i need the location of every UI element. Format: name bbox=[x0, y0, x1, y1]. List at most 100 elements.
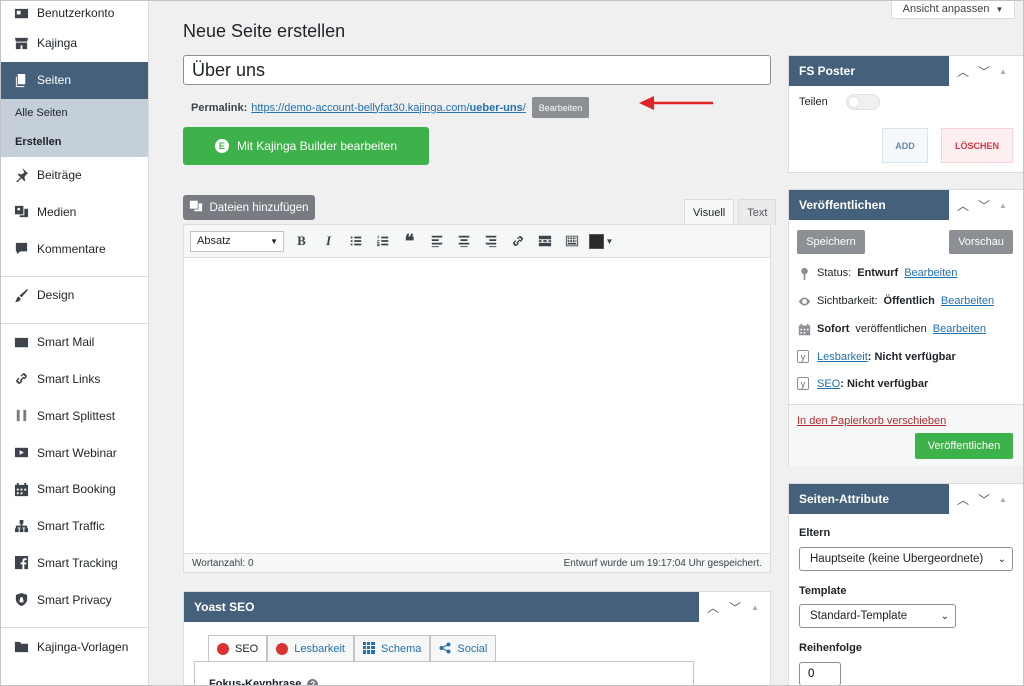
schedule-edit-link[interactable]: Bearbeiten bbox=[933, 323, 986, 335]
builder-button-label: Mit Kajinga Builder bearbeiten bbox=[236, 139, 398, 153]
sidebar-item-beitraege[interactable]: Beiträge bbox=[1, 157, 148, 194]
kajinga-builder-button[interactable]: E Mit Kajinga Builder bearbeiten bbox=[183, 127, 429, 165]
chevron-up-icon[interactable]: ︿ bbox=[957, 197, 969, 214]
sidebar-item-smart-booking[interactable]: Smart Booking bbox=[1, 471, 148, 508]
chevron-down-icon[interactable]: ﹀ bbox=[978, 197, 990, 214]
fs-add-button[interactable]: ADD bbox=[882, 128, 928, 163]
share-toggle[interactable] bbox=[845, 94, 880, 110]
order-input[interactable] bbox=[799, 662, 841, 685]
readability-link[interactable]: Lesbarkeit bbox=[817, 351, 868, 363]
caret-up-icon[interactable]: ▲ bbox=[999, 201, 1007, 210]
sidebar-item-label: Smart Webinar bbox=[37, 445, 117, 460]
sidebar-item-smart-mail[interactable]: Smart Mail bbox=[1, 324, 148, 361]
splittest-icon bbox=[13, 408, 29, 424]
editor-content-area[interactable] bbox=[184, 258, 770, 554]
chevron-down-icon[interactable]: ﹀ bbox=[978, 63, 990, 80]
calendar-icon bbox=[797, 322, 811, 336]
bold-icon[interactable]: B bbox=[288, 229, 315, 253]
sidebar-item-kajinga[interactable]: Kajinga bbox=[1, 25, 148, 62]
word-count: Wortanzahl: 0 bbox=[192, 557, 254, 569]
post-title-input[interactable] bbox=[183, 55, 771, 85]
fs-share-row: Teilen bbox=[799, 94, 880, 110]
sidebar-item-smart-splittest[interactable]: Smart Splittest bbox=[1, 397, 148, 434]
submenu-create[interactable]: Erstellen bbox=[1, 128, 148, 157]
page-attributes-box: Seiten-Attribute ︿ ﹀ ▲ Eltern Hauptseite… bbox=[788, 483, 1023, 685]
sidebar-item-kommentare[interactable]: Kommentare bbox=[1, 230, 148, 267]
yoast-tab-schema[interactable]: Schema bbox=[354, 635, 431, 662]
align-left-icon[interactable] bbox=[423, 229, 450, 253]
bullet-list-icon[interactable] bbox=[342, 229, 369, 253]
sidebar-item-label: Kajinga bbox=[37, 36, 78, 51]
publish-button[interactable]: Veröffentlichen bbox=[915, 433, 1013, 459]
permalink-edit-button[interactable]: Bearbeiten bbox=[531, 97, 590, 118]
sidebar-item-smart-tracking[interactable]: Smart Tracking bbox=[1, 545, 148, 582]
yoast-tab-label: Schema bbox=[381, 643, 422, 655]
sidebar-item-medien[interactable]: Medien bbox=[1, 193, 148, 230]
text-color-icon[interactable]: ▼ bbox=[585, 229, 617, 253]
help-icon[interactable]: ? bbox=[307, 678, 319, 685]
visibility-edit-link[interactable]: Bearbeiten bbox=[941, 295, 994, 307]
caret-up-icon[interactable]: ▲ bbox=[751, 603, 759, 612]
pages-icon bbox=[13, 72, 29, 88]
sidebar-item-smart-webinar[interactable]: Smart Webinar bbox=[1, 434, 148, 471]
media-icon bbox=[13, 204, 29, 220]
caret-up-icon[interactable]: ▲ bbox=[999, 495, 1007, 504]
caret-up-icon[interactable]: ▲ bbox=[999, 67, 1007, 76]
builder-logo-icon: E bbox=[214, 139, 229, 153]
sidebar-item-label: Smart Traffic bbox=[37, 519, 105, 534]
sidebar-item-benutzerkonto[interactable]: Benutzerkonto bbox=[1, 1, 148, 25]
sidebar-item-smart-privacy[interactable]: Smart Privacy bbox=[1, 581, 148, 618]
box-controls: ︿ ﹀ ▲ bbox=[949, 190, 1007, 220]
add-media-button[interactable]: Dateien hinzufügen bbox=[183, 195, 315, 220]
focus-keyphrase-label: Fokus-Keyphrase ? bbox=[209, 678, 319, 685]
screen-options-toggle[interactable]: Ansicht anpassen ▼ bbox=[891, 1, 1015, 19]
sidebar-item-label: Smart Links bbox=[37, 371, 101, 386]
parent-select[interactable]: Hauptseite (keine Übergeordnete) ⌄ bbox=[799, 547, 1013, 571]
blockquote-icon[interactable]: ❝ bbox=[396, 229, 423, 253]
sidebar-item-design[interactable]: Design bbox=[1, 277, 148, 314]
link-icon bbox=[13, 371, 29, 387]
preview-button[interactable]: Vorschau bbox=[949, 230, 1013, 254]
fs-delete-button[interactable]: LÖSCHEN bbox=[941, 128, 1013, 163]
screen-options-label: Ansicht anpassen bbox=[902, 3, 990, 15]
yoast-tab-seo[interactable]: SEO bbox=[208, 635, 268, 662]
visibility-row: Sichtbarkeit: Öffentlich Bearbeiten bbox=[797, 294, 994, 308]
chevron-up-icon[interactable]: ︿ bbox=[957, 491, 969, 508]
insert-link-icon[interactable] bbox=[504, 229, 531, 253]
italic-icon[interactable]: I bbox=[315, 229, 342, 253]
sidebar-item-smart-links[interactable]: Smart Links bbox=[1, 361, 148, 398]
read-more-icon[interactable] bbox=[531, 229, 558, 253]
chevron-up-icon[interactable]: ︿ bbox=[957, 63, 969, 80]
order-label: Reihenfolge bbox=[799, 642, 862, 654]
editor-status-bar: Wortanzahl: 0 Entwurf wurde um 19:17:04 … bbox=[184, 553, 770, 572]
chevron-down-icon[interactable]: ﹀ bbox=[729, 599, 741, 616]
sidebar-item-smart-traffic[interactable]: Smart Traffic bbox=[1, 508, 148, 545]
chevron-up-icon[interactable]: ︿ bbox=[707, 599, 719, 616]
status-edit-link[interactable]: Bearbeiten bbox=[904, 267, 957, 279]
fs-poster-header: FS Poster ︿ ﹀ ▲ bbox=[789, 56, 1023, 86]
store-icon bbox=[13, 35, 29, 51]
parent-select-value: Hauptseite (keine Übergeordnete) bbox=[810, 553, 984, 565]
numbered-list-icon[interactable] bbox=[369, 229, 396, 253]
yoast-tab-social[interactable]: Social bbox=[430, 635, 497, 662]
permalink-link[interactable]: https://demo-account-bellyfat30.kajinga.… bbox=[251, 102, 526, 114]
format-select[interactable]: Absatz ▼ bbox=[190, 230, 284, 252]
yoast-tab-readability[interactable]: Lesbarkeit bbox=[267, 635, 354, 662]
schedule-row: Sofort veröffentlichen Bearbeiten bbox=[797, 322, 986, 336]
caret-down-icon: ▼ bbox=[270, 236, 278, 246]
chevron-down-icon[interactable]: ﹀ bbox=[978, 491, 990, 508]
align-right-icon[interactable] bbox=[477, 229, 504, 253]
seo-link[interactable]: SEO bbox=[817, 378, 840, 390]
submenu-all-pages[interactable]: Alle Seiten bbox=[1, 99, 148, 128]
tab-visual[interactable]: Visuell bbox=[684, 199, 735, 225]
move-to-trash-link[interactable]: In den Papierkorb verschieben bbox=[797, 415, 946, 427]
toolbar-toggle-icon[interactable] bbox=[558, 229, 585, 253]
sidebar-item-seiten[interactable]: Seiten bbox=[1, 61, 148, 99]
save-draft-button[interactable]: Speichern bbox=[797, 230, 865, 254]
sidebar-item-kajinga-vorlagen[interactable]: Kajinga-Vorlagen bbox=[1, 628, 148, 665]
page-attributes-header: Seiten-Attribute ︿ ﹀ ▲ bbox=[789, 484, 1023, 514]
share-icon bbox=[439, 642, 451, 657]
align-center-icon[interactable] bbox=[450, 229, 477, 253]
tab-text[interactable]: Text bbox=[738, 199, 777, 225]
template-select[interactable]: Standard-Template ⌄ bbox=[799, 604, 956, 628]
